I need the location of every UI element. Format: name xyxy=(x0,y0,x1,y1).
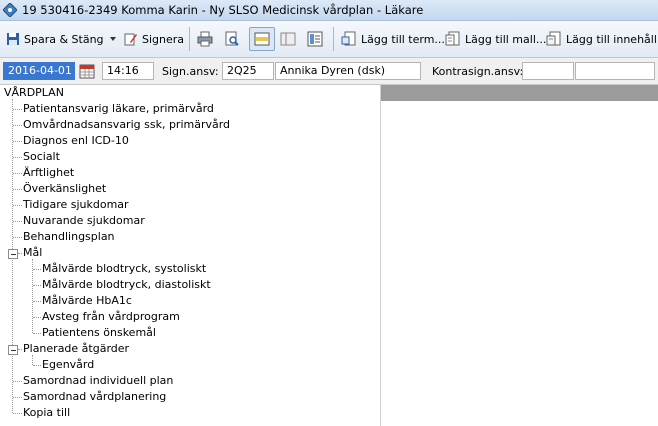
sign-pen-icon xyxy=(124,33,137,46)
save-close-label: Spara & Stäng xyxy=(24,32,104,46)
printer-icon xyxy=(197,31,213,47)
tree-item-kopia-till[interactable]: Kopia till xyxy=(23,405,70,421)
add-content-label: Lägg till innehåll... xyxy=(566,32,658,46)
add-term-label: Lägg till term... xyxy=(361,32,445,46)
tree-item-socialt[interactable]: Socialt xyxy=(23,149,60,165)
tree-item-malvarde-hba1c[interactable]: Målvärde HbA1c xyxy=(42,293,132,309)
countersign-label: Kontrasign.ansv: xyxy=(432,65,524,78)
layout-list-button[interactable] xyxy=(307,27,323,51)
layout-view-button-active[interactable] xyxy=(249,27,275,51)
add-content-icon xyxy=(546,31,561,46)
care-plan-tree: VÅRDPLAN Patientansvarig läkare, primärv… xyxy=(0,85,378,426)
print-button[interactable] xyxy=(197,27,213,51)
toolbar: Spara & Stäng Signera Lägg till term... … xyxy=(0,21,658,58)
toolbar-separator xyxy=(333,27,334,51)
tree-item-samordnad-vardplanering[interactable]: Samordnad vårdplanering xyxy=(23,389,166,405)
layout-columns-icon xyxy=(280,32,296,46)
tree-item-tidigare-sjukdomar[interactable]: Tidigare sjukdomar xyxy=(23,197,129,213)
sign-button[interactable]: Signera xyxy=(124,27,184,51)
app-logo-icon xyxy=(2,2,18,18)
collapse-planerade-atgarder-toggle[interactable] xyxy=(8,345,18,355)
tree-item-egenvard[interactable]: Egenvård xyxy=(42,357,94,373)
countersign-name-field[interactable] xyxy=(575,62,655,80)
toolbar-separator xyxy=(189,27,190,51)
tree-item-omvardnadsansvarig-ssk[interactable]: Omvårdnadsansvarig ssk, primärvård xyxy=(23,117,230,133)
header-fields-bar: 2016-04-01 14:16 Sign.ansv: 2Q25 Annika … xyxy=(0,58,658,85)
date-field[interactable]: 2016-04-01 xyxy=(3,62,75,80)
content-panel xyxy=(380,85,658,426)
add-term-button[interactable]: Lägg till term... xyxy=(341,27,445,51)
chevron-down-icon xyxy=(110,37,116,41)
tree-item-malvarde-diastoliskt[interactable]: Målvärde blodtryck, diastoliskt xyxy=(42,277,211,293)
sign-name-field[interactable]: Annika Dyren (dsk) xyxy=(275,62,421,80)
print-preview-button[interactable] xyxy=(224,27,240,51)
add-term-icon xyxy=(341,31,356,46)
tree-item-patientansvarig-lakare[interactable]: Patientansvarig läkare, primärvård xyxy=(23,101,214,117)
layout-rows-icon xyxy=(254,32,270,46)
calendar-button[interactable] xyxy=(79,61,95,81)
sign-code-field[interactable]: 2Q25 xyxy=(222,62,274,80)
save-options-dropdown[interactable] xyxy=(109,27,117,51)
tree-item-nuvarande-sjukdomar[interactable]: Nuvarande sjukdomar xyxy=(23,213,145,229)
add-template-icon xyxy=(445,31,460,46)
floppy-disk-icon xyxy=(7,33,19,45)
tree-item-patientens-onskemal[interactable]: Patientens önskemål xyxy=(42,325,156,341)
title-bar: 19 530416-2349 Komma Karin - Ny SLSO Med… xyxy=(0,0,658,21)
tree-item-samordnad-individuell-plan[interactable]: Samordnad individuell plan xyxy=(23,373,173,389)
tree-connector xyxy=(32,355,33,365)
time-field[interactable]: 14:16 xyxy=(102,62,154,80)
calendar-icon xyxy=(79,64,95,79)
tree-item-avsteg[interactable]: Avsteg från vårdprogram xyxy=(42,309,180,325)
save-close-button[interactable]: Spara & Stäng xyxy=(6,27,104,51)
tree-item-overkanslighet[interactable]: Överkänslighet xyxy=(23,181,106,197)
window-title: 19 530416-2349 Komma Karin - Ny SLSO Med… xyxy=(22,3,424,17)
tree-item-malvarde-systoliskt[interactable]: Målvärde blodtryck, systoliskt xyxy=(42,261,206,277)
tree-item-diagnos[interactable]: Diagnos enl ICD-10 xyxy=(23,133,129,149)
add-template-label: Lägg till mall... xyxy=(465,32,547,46)
layout-split-button[interactable] xyxy=(280,27,296,51)
tree-connector xyxy=(32,259,33,333)
countersign-code-field[interactable] xyxy=(522,62,574,80)
sign-responsible-label: Sign.ansv: xyxy=(162,65,219,78)
collapse-mal-toggle[interactable] xyxy=(8,249,18,259)
tree-item-behandlingsplan[interactable]: Behandlingsplan xyxy=(23,229,115,245)
sign-label: Signera xyxy=(142,32,185,46)
add-template-button[interactable]: Lägg till mall... xyxy=(445,27,546,51)
layout-list-icon xyxy=(307,31,323,47)
print-preview-icon xyxy=(225,31,239,46)
add-content-button[interactable]: Lägg till innehåll... xyxy=(546,27,658,51)
content-panel-header xyxy=(381,85,658,101)
tree-item-planerade-atgarder[interactable]: Planerade åtgärder xyxy=(23,341,129,357)
tree-item-arftlighet[interactable]: Ärftlighet xyxy=(23,165,74,181)
